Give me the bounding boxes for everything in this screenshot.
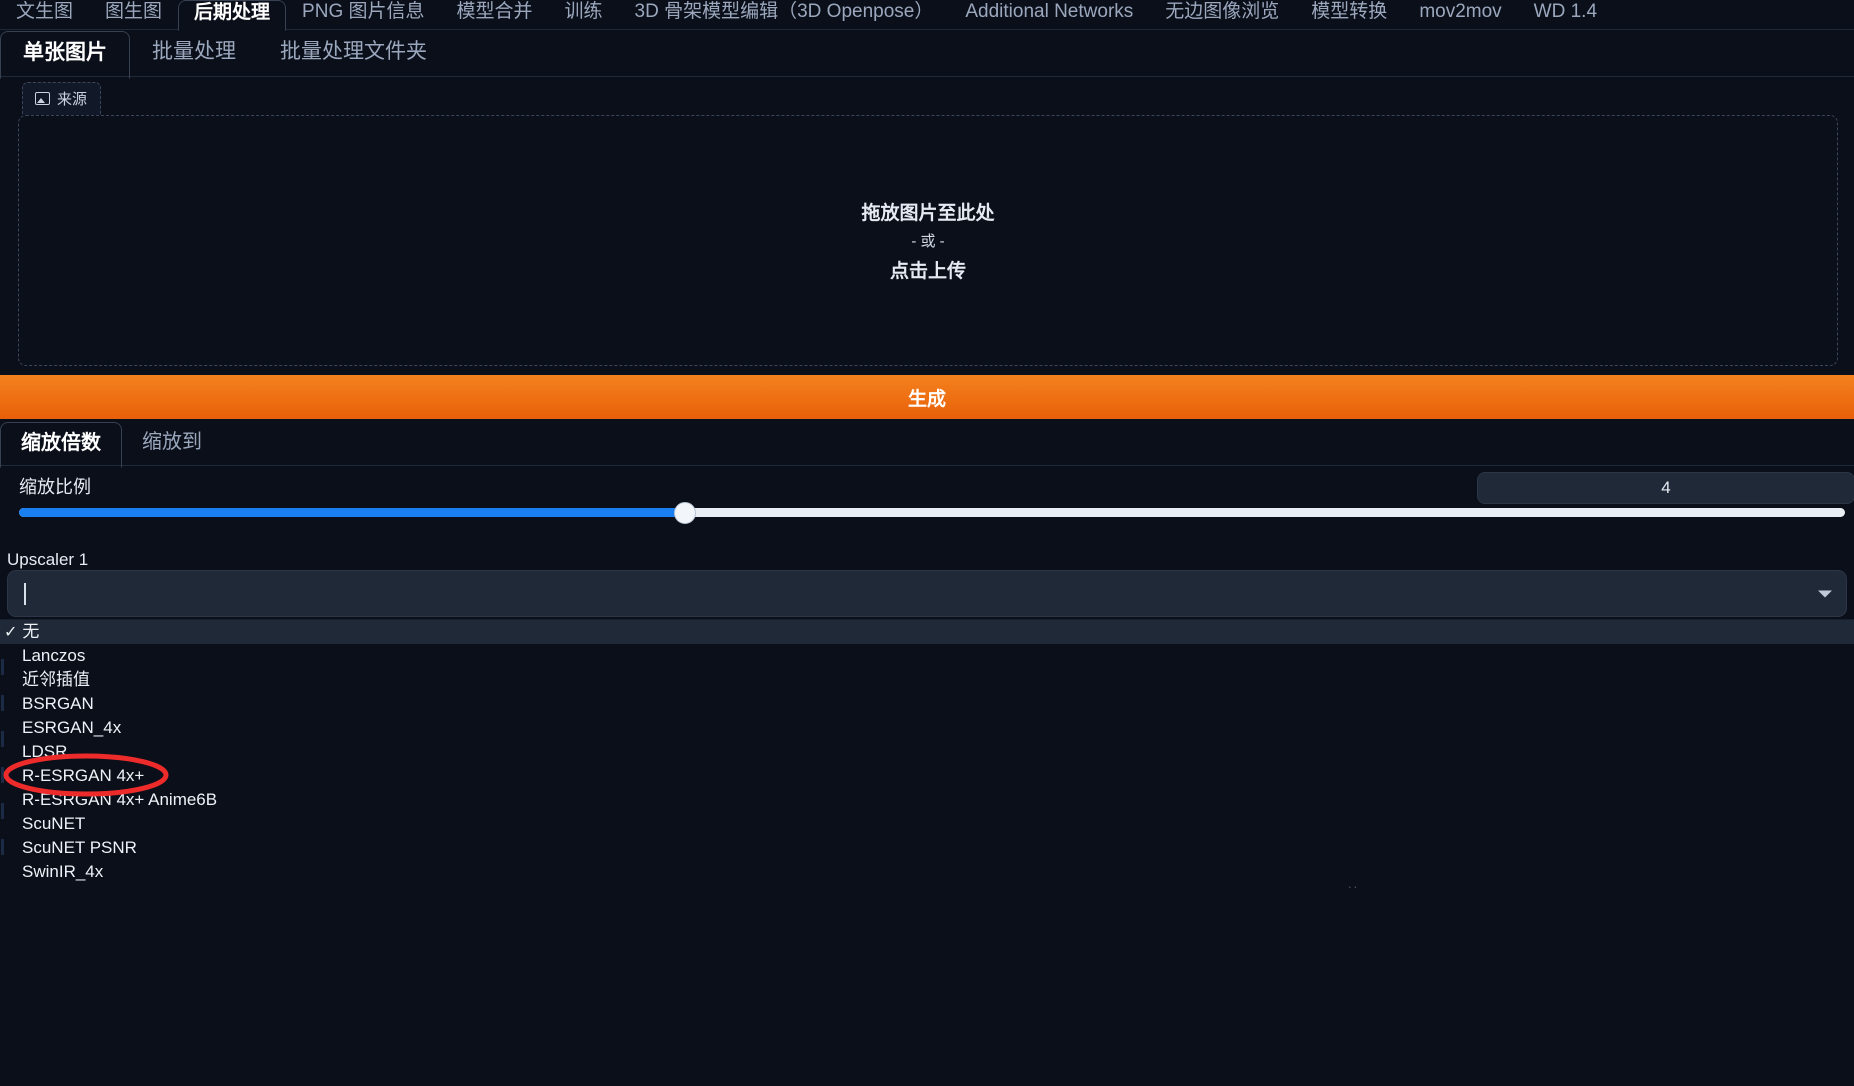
source-panel: 来源 拖放图片至此处 - 或 - 点击上传 [8,82,1846,370]
text-cursor [24,582,26,605]
dropdown-option-none[interactable]: ✓ 无 [0,620,1854,644]
dropzone-main-text: 拖放图片至此处 [861,203,995,224]
dropdown-option-bsrgan[interactable]: BSRGAN [0,692,1854,716]
tab-scale-to[interactable]: 缩放到 [122,422,222,466]
resize-mode-tab-bar: 缩放倍数 缩放到 [0,422,1854,468]
subtab-batch-process[interactable]: 批量处理 [130,31,258,77]
generate-button[interactable]: 生成 [0,375,1854,419]
tab-train[interactable]: 训练 [549,0,619,29]
upscaler-1-combobox[interactable] [7,570,1847,617]
dropzone-upload-text[interactable]: 点击上传 [890,256,966,283]
dropdown-option-swinir-4x[interactable]: SwinIR_4x [0,860,1854,884]
tab-txt2img[interactable]: 文生图 [0,0,89,29]
extras-sub-tab-bar: 单张图片 批量处理 批量处理文件夹 [0,31,1854,79]
tab-png-info[interactable]: PNG 图片信息 [286,0,440,29]
image-icon [35,92,50,105]
dropzone-or-text: - 或 - [911,233,945,250]
dropdown-option-r-esrgan-4x-plus-anime6b[interactable]: R-ESRGAN 4x+ Anime6B [0,788,1854,812]
tab-img2img[interactable]: 图生图 [89,0,178,29]
dropdown-option-ldsr[interactable]: LDSR [0,740,1854,764]
dropdown-option-r-esrgan-4x-plus[interactable]: R-ESRGAN 4x+ [0,764,1854,788]
dropdown-option-nearest[interactable]: 近邻插值 [0,668,1854,692]
dropdown-option-scunet[interactable]: ScuNET [0,812,1854,836]
tab-openpose-editor[interactable]: 3D 骨架模型编辑（3D Openpose） [619,0,950,29]
dropdown-option-label: 无 [22,622,40,641]
tab-additional-networks[interactable]: Additional Networks [949,0,1149,29]
main-tab-bar: 文生图 图生图 后期处理 PNG 图片信息 模型合并 训练 3D 骨架模型编辑（… [0,0,1854,31]
image-dropzone[interactable]: 拖放图片至此处 - 或 - 点击上传 [18,115,1838,366]
scale-value-input[interactable]: 4 [1477,472,1854,504]
tab-model-converter[interactable]: 模型转换 [1295,0,1403,29]
scale-slider-track[interactable] [19,502,1845,524]
tab-checkpoint-merger[interactable]: 模型合并 [441,0,549,29]
scale-slider-fill [19,508,686,517]
subtab-single-image[interactable]: 单张图片 [0,31,130,79]
source-tab[interactable]: 来源 [22,82,102,115]
dropdown-option-scunet-psnr[interactable]: ScuNET PSNR [0,836,1854,860]
subtab-batch-from-directory[interactable]: 批量处理文件夹 [258,31,449,77]
tab-infinite-image-browsing[interactable]: 无边图像浏览 [1149,0,1295,29]
tab-wd14-tagger[interactable]: WD 1.4 [1518,0,1613,29]
chevron-down-icon[interactable] [1818,590,1832,597]
upscaler-1-label: Upscaler 1 [7,550,89,569]
source-tab-label: 来源 [57,91,88,108]
upscaler-1-dropdown-list: ✓ 无 Lanczos 近邻插值 BSRGAN ESRGAN_4x LDSR R-… [0,619,1854,884]
tab-scale-by[interactable]: 缩放倍数 [0,422,122,468]
scale-slider-label: 缩放比例 [19,477,91,497]
tab-extras[interactable]: 后期处理 [178,0,287,31]
check-icon: ✓ [4,624,18,641]
tab-mov2mov[interactable]: mov2mov [1403,0,1517,29]
scale-slider-thumb[interactable] [674,502,697,524]
dropdown-option-lanczos[interactable]: Lanczos [0,644,1854,668]
dropdown-option-esrgan-4x[interactable]: ESRGAN_4x [0,716,1854,740]
